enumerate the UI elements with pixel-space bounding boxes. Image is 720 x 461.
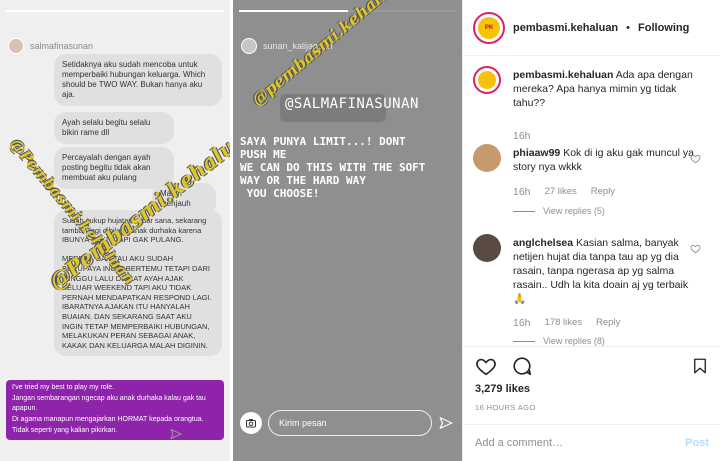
comment-body: anglchelsea Kasian salma, banyak netijen… (513, 236, 695, 306)
post-side-panel: PK pembasmi.kehaluan • Following pembasm… (462, 0, 720, 461)
heart-icon[interactable] (690, 153, 701, 164)
story-text-line: WAY OR THE HARD WAY (240, 174, 366, 187)
highlight-text-box: I've tried my best to play my role. Jang… (6, 380, 224, 440)
chat-bubble: Setidaknya aku sudah mencoba untuk mempe… (54, 54, 222, 106)
story-text-line: PUSH ME (240, 148, 287, 161)
post-comment-button[interactable]: Post (685, 437, 709, 449)
follow-button[interactable]: Following (638, 22, 689, 34)
highlight-line: Jangan sembarangan ngecap aku anak durha… (12, 395, 206, 412)
replies-line (513, 210, 535, 212)
avatar (241, 38, 257, 54)
story-reply-bar: Kirim pesan (240, 408, 454, 438)
bookmark-icon (694, 358, 706, 374)
logo-mark (478, 71, 496, 89)
view-replies-label: View replies (8) (543, 336, 605, 346)
comment-meta: 16h (513, 130, 531, 142)
add-comment-bar: Post (463, 424, 720, 461)
story-progress-bar (6, 10, 224, 12)
comment-icon (513, 357, 532, 376)
heart-icon[interactable] (690, 243, 701, 254)
avatar[interactable] (473, 66, 501, 94)
comment-likes[interactable]: 27 likes (545, 186, 577, 198)
like-button[interactable] (475, 355, 497, 377)
author-username[interactable]: pembasmi.kehaluan (513, 22, 618, 34)
comment-meta: 16h 27 likes Reply (513, 186, 615, 198)
heart-icon (476, 358, 496, 376)
list-item: phiaaw99 Kok di ig aku gak muncul ya sto… (473, 144, 713, 224)
post-media[interactable]: salmafinasunan Setidaknya aku sudah menc… (0, 0, 462, 461)
comment-input[interactable] (475, 437, 665, 449)
comment-likes[interactable]: 178 likes (545, 317, 583, 329)
story-screenshot-left: salmafinasunan Setidaknya aku sudah menc… (0, 0, 230, 461)
post-timestamp[interactable]: 16 HOURS AGO (475, 403, 536, 412)
logo-mark: PK (478, 16, 500, 39)
view-replies-label: View replies (5) (543, 206, 605, 216)
comment-username[interactable]: pembasmi.kehaluan (513, 69, 613, 81)
comment-username[interactable]: anglchelsea (513, 237, 573, 249)
highlight-line: I've tried my best to play my role. (12, 384, 115, 391)
post-header: PK pembasmi.kehaluan • Following (463, 0, 720, 56)
story-user-left: salmafinasunan (8, 38, 93, 54)
separator-dot: • (626, 21, 631, 34)
highlight-line: Tidak seperti yang kalian pikirkan. (12, 427, 118, 434)
comments-list[interactable]: pembasmi.kehaluan Ada apa dengan mereka?… (463, 56, 720, 346)
comment-time[interactable]: 16h (513, 130, 531, 142)
view-replies-button[interactable]: View replies (5) (513, 206, 605, 216)
story-progress-fill (239, 10, 348, 12)
send-icon (168, 426, 184, 442)
comment-time[interactable]: 16h (513, 186, 531, 198)
caption-body: pembasmi.kehaluan Ada apa dengan mereka?… (513, 68, 695, 110)
comment-button[interactable] (511, 355, 533, 377)
comment-username[interactable]: phiaaw99 (513, 147, 560, 159)
story-text-line: YOU CHOOSE! (240, 187, 320, 200)
story-text: SAYA PUNYA LIMIT...! DONT PUSH ME WE CAN… (240, 135, 458, 200)
story-message-input[interactable]: Kirim pesan (268, 410, 432, 436)
chat-bubble: Ayah selalu begitu selalu bikin rame dll (54, 112, 174, 144)
story-progress-fill (6, 10, 224, 12)
reply-button[interactable]: Reply (596, 317, 620, 329)
handle-label: @SALMAFINASUNAN (285, 96, 419, 112)
reply-button[interactable]: Reply (591, 186, 615, 198)
avatar (8, 38, 24, 54)
action-icons (475, 355, 533, 377)
story-text-line: SAYA PUNYA LIMIT...! DONT (240, 135, 406, 148)
caption: pembasmi.kehaluan Ada apa dengan mereka?… (473, 66, 713, 156)
avatar[interactable] (473, 144, 501, 172)
comment-body: phiaaw99 Kok di ig aku gak muncul ya sto… (513, 146, 695, 174)
story-username: salmafinasunan (30, 41, 94, 51)
likes-count[interactable]: 3,279 likes (475, 383, 530, 395)
story-screenshot-right: sunan_kalijagash (233, 0, 462, 461)
save-button[interactable] (689, 355, 711, 377)
post-actions: 3,279 likes 16 HOURS AGO (463, 346, 720, 424)
camera-icon[interactable] (240, 412, 262, 434)
replies-line (513, 340, 535, 342)
chat-bubble: Percayalah dengan ayah posting begitu ti… (54, 147, 174, 189)
highlight-line: Di agama manapun mengajarkan HORMAT kepa… (12, 416, 204, 423)
send-icon[interactable] (438, 415, 454, 431)
avatar[interactable] (473, 234, 501, 262)
list-item: anglchelsea Kasian salma, banyak netijen… (473, 234, 713, 346)
comment-time[interactable]: 16h (513, 317, 531, 329)
author-avatar[interactable]: PK (473, 11, 505, 44)
view-replies-button[interactable]: View replies (8) (513, 336, 605, 346)
story-text-line: WE CAN DO THIS WITH THE SOFT (240, 161, 426, 174)
comment-meta: 16h 178 likes Reply (513, 317, 620, 329)
